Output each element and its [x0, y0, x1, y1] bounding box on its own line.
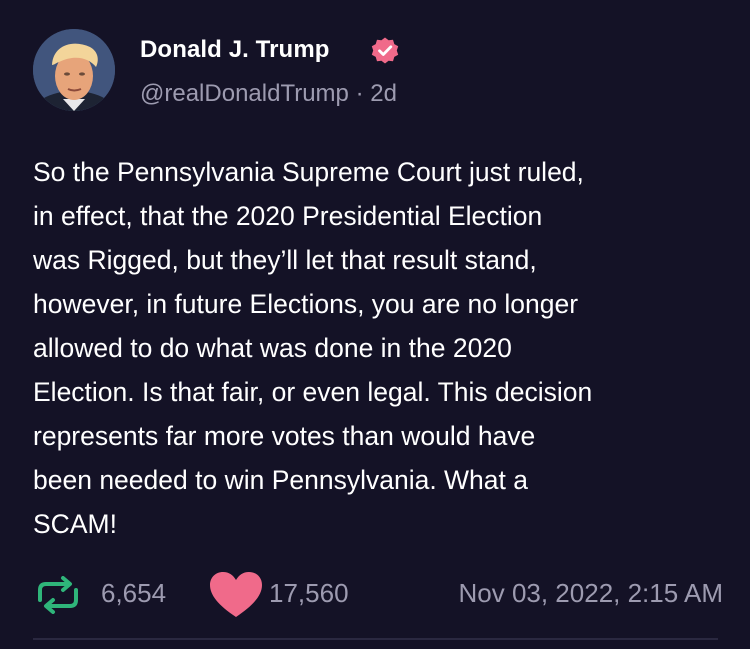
- post-body: So the Pennsylvania Supreme Court just r…: [33, 150, 733, 546]
- post-body-line: however, in future Elections, you are no…: [33, 289, 579, 319]
- post-body-line: Election. Is that fair, or even legal. T…: [33, 377, 593, 407]
- author-meta: @realDonaldTrump · 2d: [140, 80, 397, 108]
- author-display-name[interactable]: Donald J. Trump: [140, 36, 330, 64]
- post-age[interactable]: 2d: [370, 80, 397, 107]
- post-card: Donald J. Trump @realDonaldTrump · 2d So…: [0, 0, 750, 649]
- verified-badge-icon: [371, 37, 399, 64]
- heart-icon[interactable]: [208, 570, 264, 620]
- avatar[interactable]: [33, 29, 115, 111]
- repost-icon[interactable]: [33, 576, 83, 614]
- post-body-line: SCAM!: [33, 509, 117, 539]
- author-handle[interactable]: @realDonaldTrump: [140, 80, 349, 107]
- post-body-line: was Rigged, but they’ll let that result …: [33, 245, 537, 275]
- post-actions: 6,654 17,560 Nov 03, 2022, 2:15 AM: [33, 570, 723, 618]
- post-timestamp[interactable]: Nov 03, 2022, 2:15 AM: [458, 578, 723, 609]
- post-body-line: been needed to win Pennsylvania. What a: [33, 465, 528, 495]
- like-count[interactable]: 17,560: [269, 578, 349, 609]
- divider: [33, 638, 718, 640]
- repost-count[interactable]: 6,654: [101, 578, 166, 609]
- post-body-line: represents far more votes than would hav…: [33, 421, 536, 451]
- post-body-line: in effect, that the 2020 Presidential El…: [33, 201, 543, 231]
- avatar-photo: [33, 29, 115, 111]
- post-body-line: allowed to do what was done in the 2020: [33, 333, 512, 363]
- meta-separator: ·: [355, 80, 364, 107]
- post-body-line: So the Pennsylvania Supreme Court just r…: [33, 157, 584, 187]
